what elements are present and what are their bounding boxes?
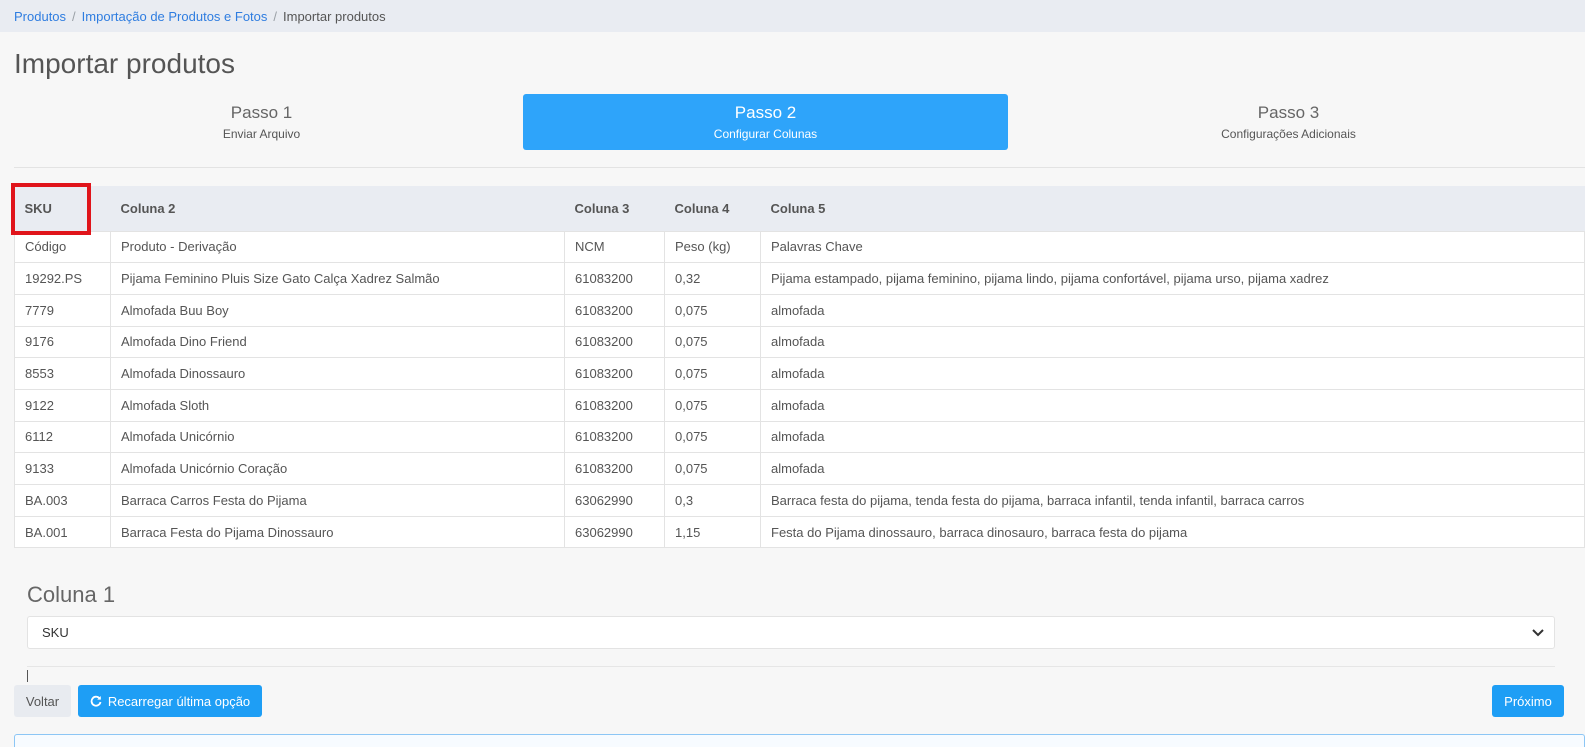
table-cell: almofada [760, 357, 1585, 390]
table-row: 6112 Almofada Unicórnio 61083200 0,075 almof… [14, 420, 1585, 454]
table-cell: Almofada Buu Boy [110, 293, 565, 327]
table-cell: 0,075 [664, 357, 761, 390]
table-cell: almofada [760, 452, 1585, 485]
table-cell: 61083200 [564, 420, 665, 454]
table-cell: 61083200 [564, 293, 665, 327]
table-cell: almofada [760, 420, 1585, 454]
table-row: 7779 Almofada Buu Boy 61083200 0,075 almofad… [14, 293, 1585, 327]
refresh-icon [90, 695, 102, 707]
table-row: 9176 Almofada Dino Friend 61083200 0,075 alm… [14, 325, 1585, 359]
table-cell: almofada [760, 388, 1585, 422]
table-cell: 61083200 [564, 357, 665, 390]
table-cell: 9133 [14, 452, 111, 485]
table-cell: Almofada Sloth [110, 388, 565, 422]
table-row: 8553 Almofada Dinossauro 61083200 0,075 almo… [14, 357, 1585, 390]
table-cell: Almofada Dinossauro [110, 357, 565, 390]
table-cell: Produto - Derivação [110, 230, 565, 264]
table-cell: 19292.PS [14, 262, 111, 295]
step-label: Enviar Arquivo [222, 127, 301, 141]
step-number: Passo 2 [734, 103, 797, 122]
reload-last-option-button[interactable]: Recarregar última opção [78, 685, 262, 717]
breadcrumb-separator: / [72, 8, 76, 24]
step-label: Configurar Colunas [713, 127, 818, 141]
column-config-title: Coluna 1 [27, 582, 116, 607]
table-row: 9122 Almofada Sloth 61083200 0,075 almofada [14, 388, 1585, 422]
wizard-steps: Passo 1 Enviar Arquivo Passo 2 Configura… [14, 94, 1585, 150]
table-cell: 0,075 [664, 388, 761, 422]
preview-table: SKU Coluna 2 Coluna 3 Coluna 4 Coluna 5 … [14, 186, 1585, 549]
table-cell: Pijama estampado, pijama feminino, pijam… [760, 262, 1585, 295]
table-cell: Peso (kg) [664, 230, 761, 264]
table-cell: 0,32 [664, 262, 761, 295]
table-cell: 0,075 [664, 325, 761, 359]
table-cell: Barraca Festa do Pijama Dinossauro [110, 515, 565, 549]
step-1[interactable]: Passo 1 Enviar Arquivo [14, 94, 509, 150]
table-cell: Código [14, 230, 111, 264]
steps-divider [14, 167, 1585, 168]
table-cell: 61083200 [564, 262, 665, 295]
table-cell: Almofada Unicórnio Coração [110, 452, 565, 485]
table-cell: Pijama Feminino Pluis Size Gato Calça Xa… [110, 262, 565, 295]
next-button[interactable]: Próximo [1492, 685, 1564, 717]
table-cell: Almofada Dino Friend [110, 325, 565, 359]
column-header-1[interactable]: SKU [14, 186, 111, 231]
text-cursor [27, 670, 28, 682]
bottom-panel-edge [14, 734, 1585, 747]
table-cell: 61083200 [564, 388, 665, 422]
table-cell: 9176 [14, 325, 111, 359]
column-type-selected-value: SKU [42, 625, 69, 640]
back-button[interactable]: Voltar [14, 685, 71, 717]
table-cell: 7779 [14, 293, 111, 327]
table-cell: Barraca Carros Festa do Pijama [110, 484, 565, 517]
breadcrumb-separator: / [273, 8, 278, 24]
table-header-row: SKU Coluna 2 Coluna 3 Coluna 4 Coluna 5 [14, 186, 1585, 231]
table-cell: 61083200 [564, 325, 665, 359]
breadcrumb: Produtos / Importação de Produtos e Foto… [0, 0, 1585, 32]
table-cell: almofada [760, 293, 1585, 327]
page-title: Importar produtos [14, 48, 235, 79]
step-label: Configurações Adicionais [1221, 127, 1356, 141]
table-row: Código Produto - Derivação NCM Peso (kg) Pal… [14, 230, 1585, 264]
table-row: 9133 Almofada Unicórnio Coração 61083200 0,… [14, 452, 1585, 485]
step-2[interactable]: Passo 2 Configurar Colunas [523, 94, 1008, 150]
column-header-3[interactable]: Coluna 3 [564, 186, 665, 231]
table-cell: 8553 [14, 357, 111, 390]
column-header-2[interactable]: Coluna 2 [110, 186, 565, 231]
column-header-4[interactable]: Coluna 4 [664, 186, 761, 231]
table-cell: 63062990 [564, 515, 665, 549]
column-type-select[interactable]: SKU [27, 616, 1555, 649]
breadcrumb-current: Importar produtos [283, 8, 386, 24]
step-number: Passo 1 [230, 103, 293, 122]
table-cell: Almofada Unicórnio [110, 420, 565, 454]
column-header-5[interactable]: Coluna 5 [760, 186, 1585, 231]
table-cell: 9122 [14, 388, 111, 422]
reload-button-label: Recarregar última opção [107, 693, 251, 709]
table-cell: 0,3 [664, 484, 761, 517]
section-divider [27, 666, 1555, 667]
table-cell: 63062990 [564, 484, 665, 517]
table-row: BA.003 Barraca Carros Festa do Pijama 6306… [14, 484, 1585, 517]
table-cell: 0,075 [664, 452, 761, 485]
table-cell: 0,075 [664, 293, 761, 327]
table-cell: Barraca festa do pijama, tenda festa do … [760, 484, 1585, 517]
table-cell: Palavras Chave [760, 230, 1585, 264]
table-cell: Festa do Pijama dinossauro, barraca dino… [760, 515, 1585, 549]
breadcrumb-link-importacao[interactable]: Importação de Produtos e Fotos [82, 9, 268, 24]
table-cell: 61083200 [564, 452, 665, 485]
table-body: Código Produto - Derivação NCM Peso (kg) Pal… [14, 230, 1585, 549]
table-row: 19292.PS Pijama Feminino Pluis Size Gato … [14, 262, 1585, 295]
step-number: Passo 3 [1257, 103, 1320, 122]
table-cell: BA.003 [14, 484, 111, 517]
table-cell: 6112 [14, 420, 111, 454]
preview-table-container: SKU Coluna 2 Coluna 3 Coluna 4 Coluna 5 … [14, 186, 1585, 549]
breadcrumb-link-produtos[interactable]: Produtos [14, 9, 66, 24]
chevron-down-icon [1532, 626, 1544, 640]
table-cell: 1,15 [664, 515, 761, 549]
table-cell: 0,075 [664, 420, 761, 454]
table-row: BA.001 Barraca Festa do Pijama Dinossauro… [14, 515, 1585, 549]
table-cell: BA.001 [14, 515, 111, 549]
table-cell: almofada [760, 325, 1585, 359]
table-cell: NCM [564, 230, 665, 264]
step-3[interactable]: Passo 3 Configurações Adicionais [1022, 94, 1555, 150]
